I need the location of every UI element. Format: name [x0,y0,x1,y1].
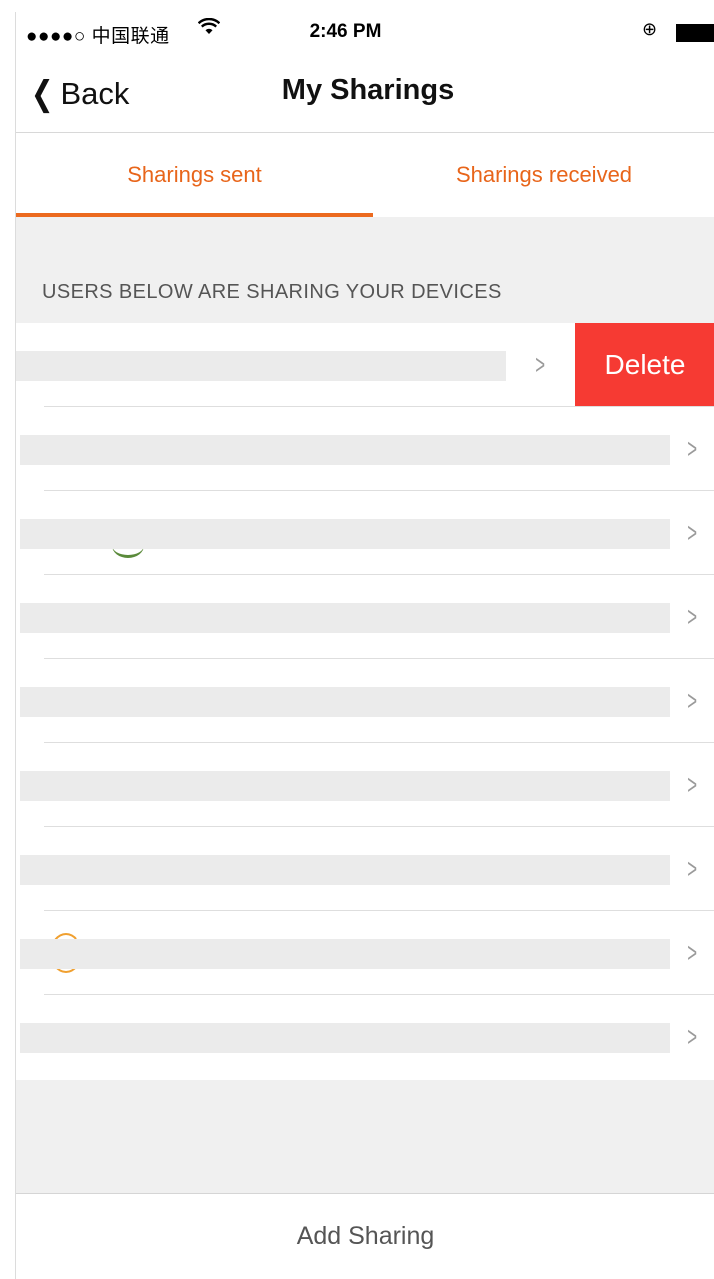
redacted-content [20,435,670,465]
tab-bar: Sharings sent Sharings received [16,133,714,217]
chevron-right-icon: > [687,853,698,884]
chevron-right-icon: > [535,349,546,380]
page-title: My Sharings [281,74,455,106]
redacted-content [20,519,670,549]
list-item[interactable]: > [16,491,714,575]
list-item[interactable]: > [16,659,714,743]
redacted-content [16,351,506,381]
chevron-right-icon: > [687,601,698,632]
status-bar: ●●●●○ 中国联通 2:46 PM ⊕ [16,12,714,52]
chevron-right-icon: > [687,433,698,464]
redacted-content [20,771,670,801]
add-sharing-button[interactable]: Add Sharing [16,1194,714,1279]
section-header: USERS BELOW ARE SHARING YOUR DEVICES [42,281,502,303]
list-item[interactable]: > [16,911,714,995]
list-item[interactable]: > [16,407,714,491]
redacted-content [20,855,670,885]
list-item[interactable]: > [16,827,714,911]
list-item[interactable]: > [16,575,714,659]
chevron-right-icon: > [687,769,698,800]
rotation-lock-icon: ⊕ [642,19,658,39]
tab-sharings-sent[interactable]: Sharings sent [16,133,373,217]
list-item[interactable]: > Delete [16,323,714,407]
redacted-content [20,1023,670,1053]
section-header-area: USERS BELOW ARE SHARING YOUR DEVICES [16,217,714,324]
status-time: 2:46 PM [309,21,382,42]
chevron-right-icon: > [687,685,698,716]
chevron-right-icon: > [687,937,698,968]
battery-icon [676,24,714,42]
list-item[interactable]: > [16,743,714,827]
redacted-content [20,687,670,717]
redacted-content [20,939,670,969]
tab-sharings-received[interactable]: Sharings received [373,133,714,217]
redacted-content [20,603,670,633]
list-item[interactable]: > [16,995,714,1079]
delete-button[interactable]: Delete [575,323,714,407]
footer-spacer [16,1080,714,1194]
chevron-right-icon: > [687,1021,698,1052]
chevron-right-icon: > [687,517,698,548]
app-screen: ●●●●○ 中国联通 2:46 PM ⊕ ❮ Back My Sharings … [15,12,714,1279]
navigation-bar: ❮ Back My Sharings [16,52,714,133]
